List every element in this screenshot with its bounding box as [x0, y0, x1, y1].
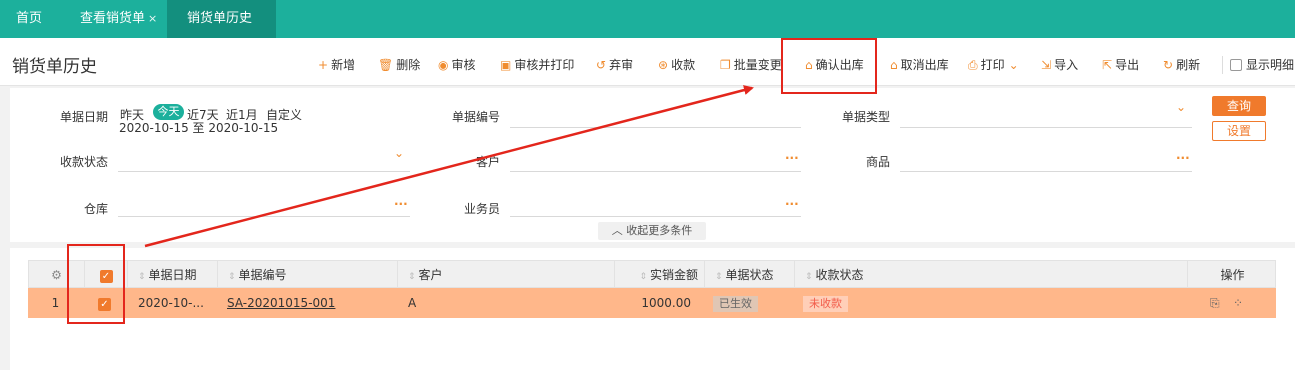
- arrow-line: [144, 85, 754, 248]
- arrow-annotation: [144, 85, 754, 248]
